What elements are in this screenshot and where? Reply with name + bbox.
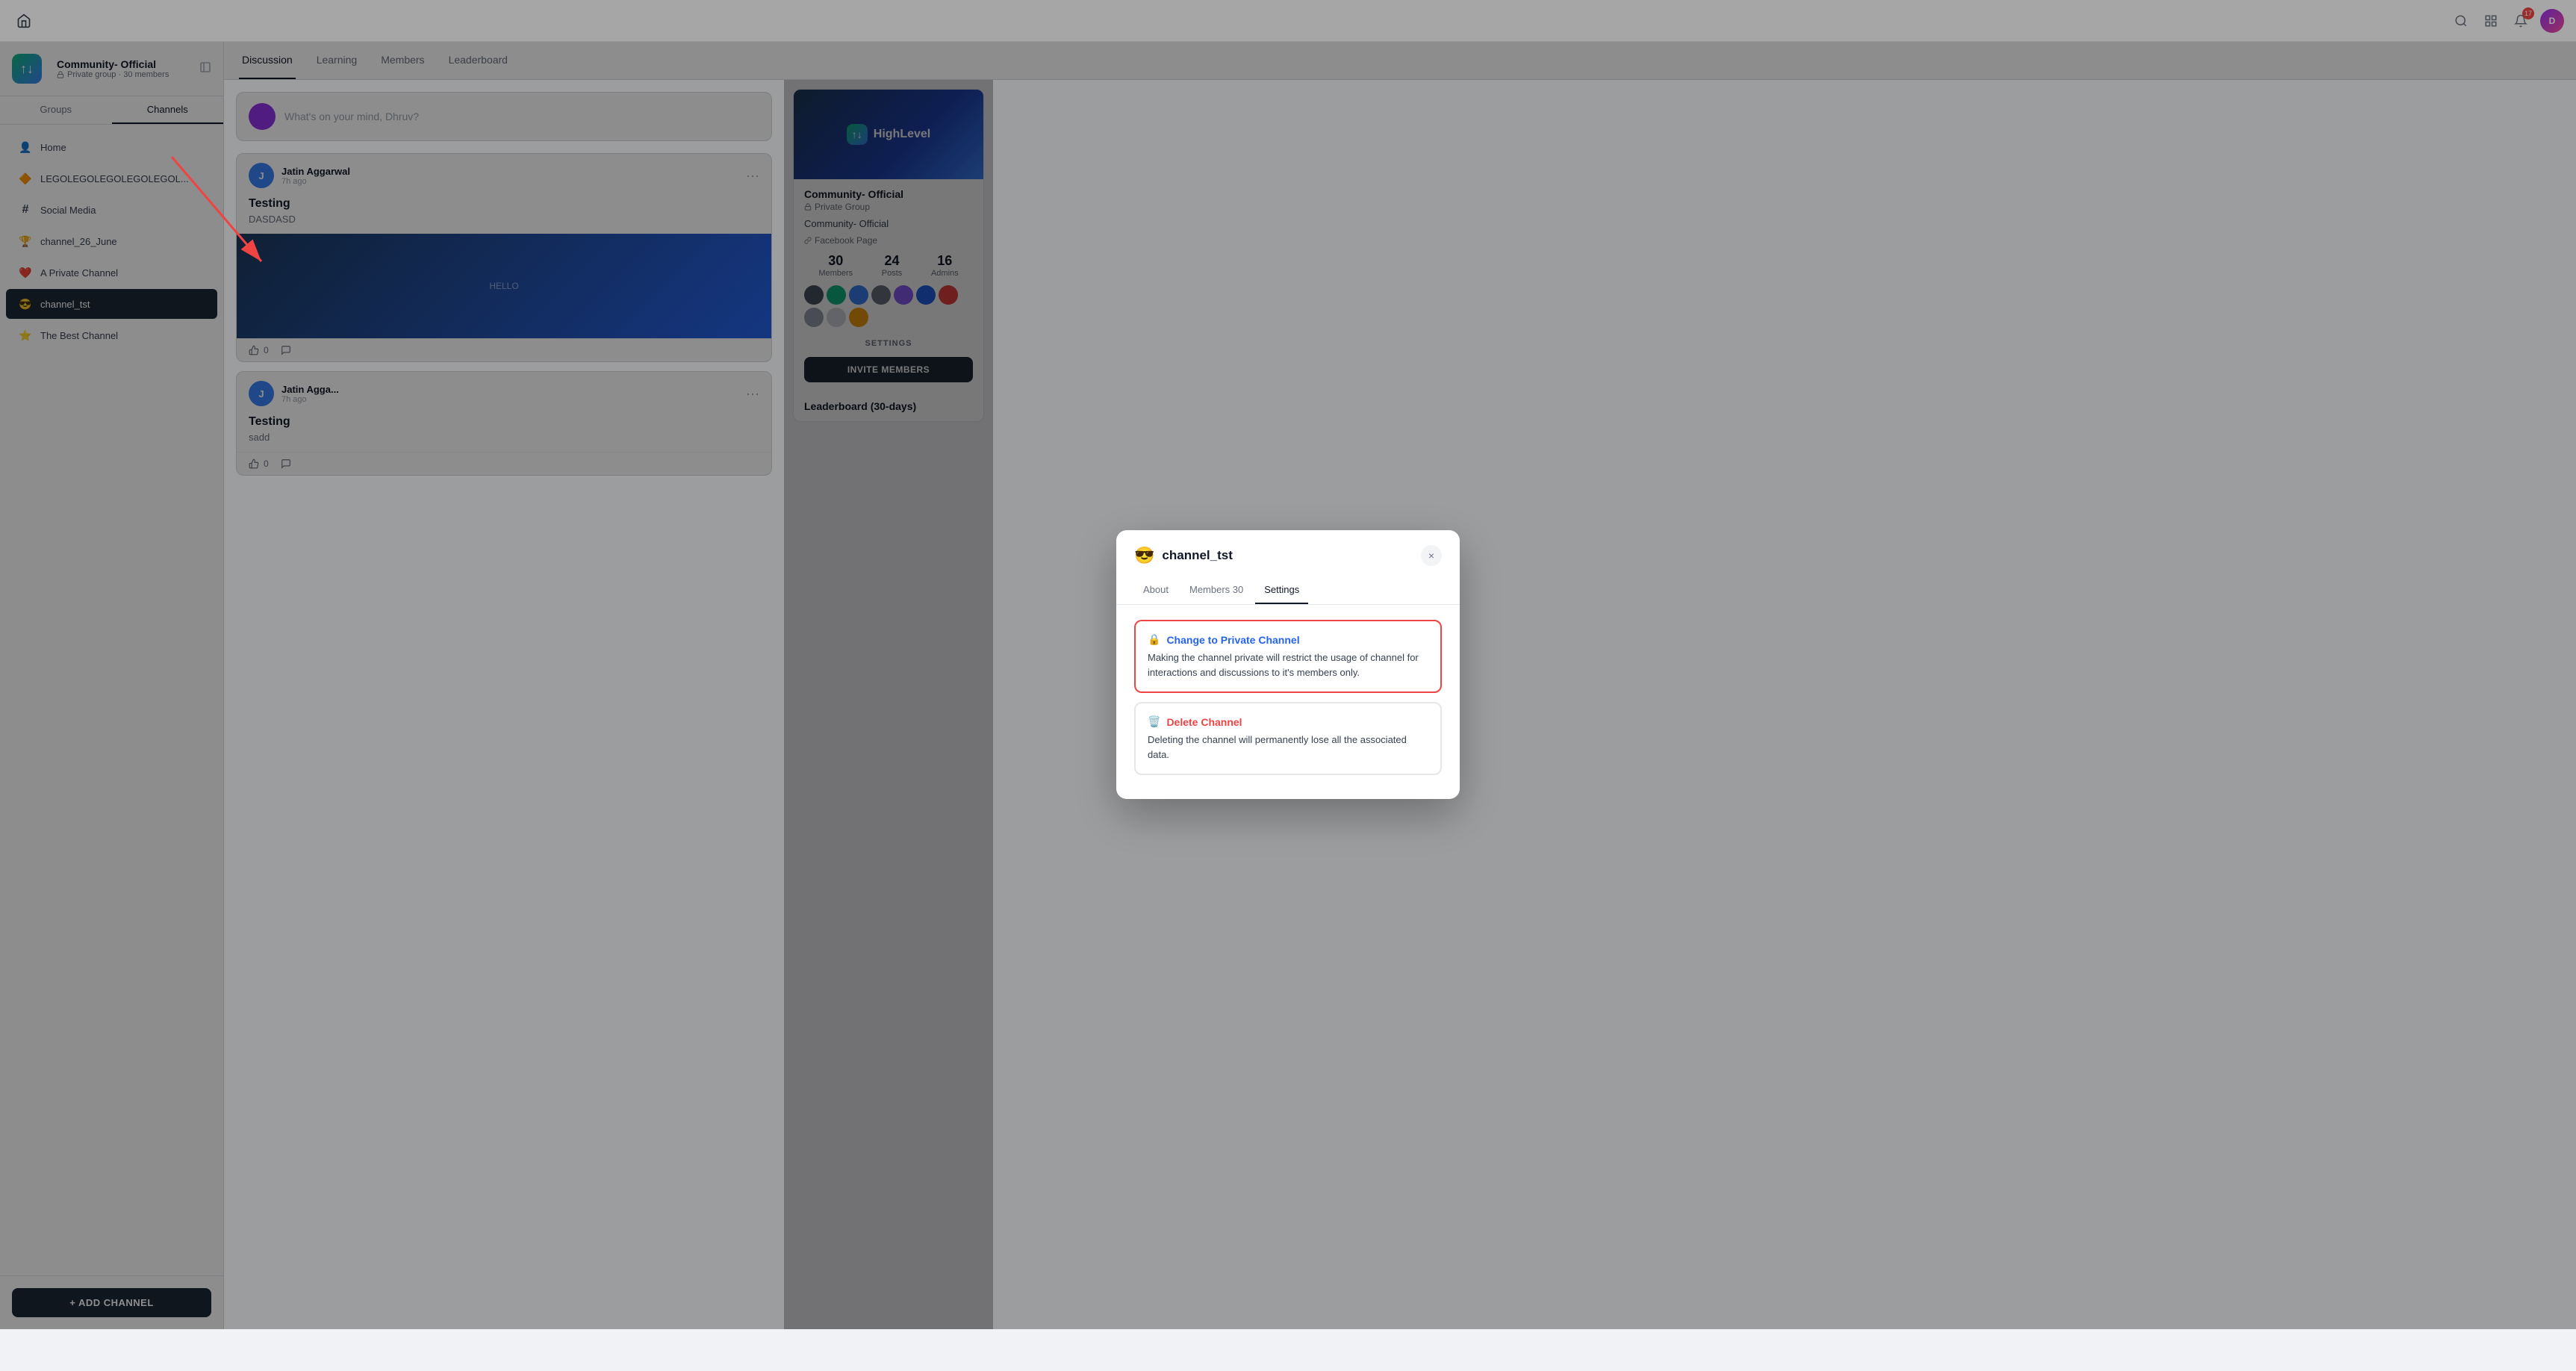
- delete-channel-option[interactable]: 🗑️ Delete Channel Deleting the channel w…: [1134, 702, 1442, 775]
- modal-header: 😎 channel_tst ×: [1116, 530, 1460, 566]
- modal-body: 🔒 Change to Private Channel Making the c…: [1116, 605, 1460, 799]
- change-to-private-option[interactable]: 🔒 Change to Private Channel Making the c…: [1134, 620, 1442, 693]
- modal-title: channel_tst: [1162, 548, 1232, 563]
- modal-overlay[interactable]: 😎 channel_tst × About Members 30 Setting…: [0, 0, 2576, 1329]
- trash-icon: 🗑️: [1148, 715, 1160, 728]
- delete-channel-desc: Deleting the channel will permanently lo…: [1148, 733, 1428, 762]
- modal-emoji: 😎: [1134, 546, 1154, 565]
- change-private-title: 🔒 Change to Private Channel: [1148, 633, 1428, 646]
- modal-tab-about[interactable]: About: [1134, 576, 1177, 604]
- modal-tab-settings[interactable]: Settings: [1255, 576, 1308, 604]
- change-private-desc: Making the channel private will restrict…: [1148, 650, 1428, 680]
- channel-settings-modal: 😎 channel_tst × About Members 30 Setting…: [1116, 530, 1460, 799]
- delete-channel-title: 🗑️ Delete Channel: [1148, 715, 1428, 728]
- modal-tabs: About Members 30 Settings: [1116, 576, 1460, 605]
- modal-title-row: 😎 channel_tst: [1134, 546, 1233, 565]
- lock-icon: 🔒: [1148, 633, 1160, 646]
- modal-tab-members[interactable]: Members 30: [1180, 576, 1252, 604]
- modal-close-button[interactable]: ×: [1421, 545, 1442, 566]
